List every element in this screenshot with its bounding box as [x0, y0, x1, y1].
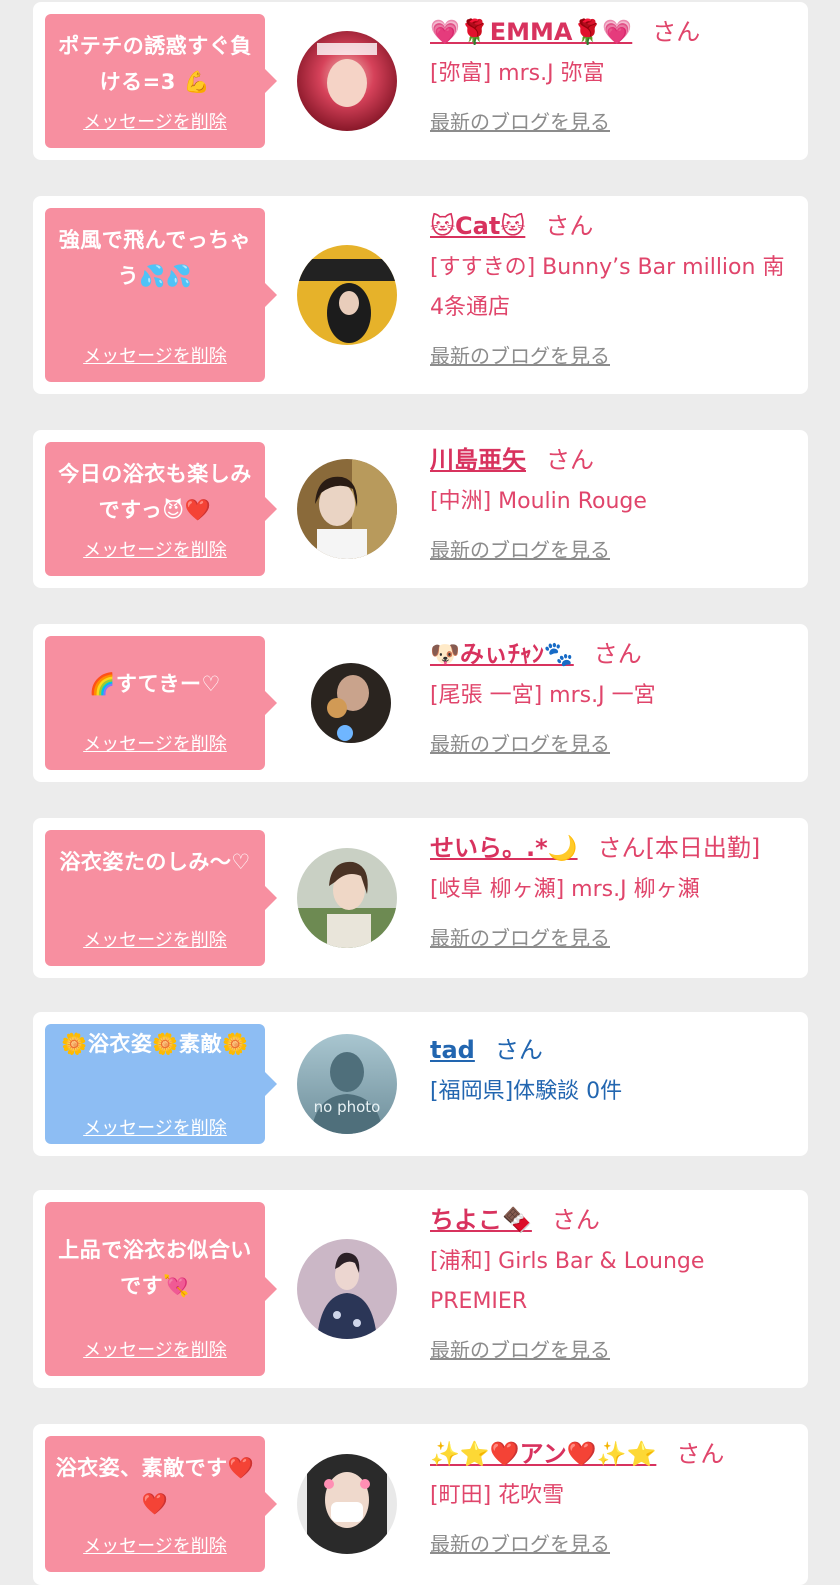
user-info: 🐶みぃﾁｬﾝ🐾 さん [尾張 一宮] mrs.J 一宮 最新のブログを見る [430, 638, 798, 757]
user-info: ちよこ🍫 さん [浦和] Girls Bar & Lounge PREMIER 最… [430, 1204, 798, 1363]
latest-blog-link[interactable]: 最新のブログを見る [430, 922, 610, 951]
message-card: 浴衣姿たのしみ〜♡ メッセージを削除 せいら。.*🌙 さん[本日出勤] [岐阜 柳… [33, 818, 808, 978]
latest-blog-link[interactable]: 最新のブログを見る [430, 340, 610, 369]
user-info: 💗🌹EMMA🌹💗 さん [弥富] mrs.J 弥富 最新のブログを見る [430, 16, 798, 135]
delete-message-link[interactable]: メッセージを削除 [45, 1114, 265, 1140]
user-info: 🐱Cat🐱 さん [すすきの] Bunny’s Bar million 南4条通店… [430, 210, 798, 369]
latest-blog-link[interactable]: 最新のブログを見る [430, 534, 610, 563]
user-name-link[interactable]: ✨⭐❤️アン❤️✨⭐ [430, 1440, 656, 1468]
delete-message-link[interactable]: メッセージを削除 [45, 1336, 265, 1362]
avatar[interactable] [297, 653, 397, 753]
honorific: さん [593, 640, 642, 668]
delete-message-link[interactable]: メッセージを削除 [45, 108, 265, 134]
honorific: さん [546, 446, 594, 474]
shop-name: [すすきの] Bunny’s Bar million 南4条通店 [430, 255, 785, 320]
user-info: tad さん [福岡県]体験談 0件 [430, 1034, 798, 1112]
shop-name: [町田] 花吹雪 [430, 1483, 565, 1508]
message-card: 強風で飛んでっちゃう💦💦 メッセージを削除 🐱Cat🐱 さん [すすきの] Bun… [33, 196, 808, 394]
message-bubble: ポテチの誘惑すぐ負ける=3 💪 メッセージを削除 [45, 14, 277, 148]
user-info: ✨⭐❤️アン❤️✨⭐ さん [町田] 花吹雪 最新のブログを見る [430, 1438, 798, 1557]
delete-message-link[interactable]: メッセージを削除 [45, 730, 265, 756]
delete-message-link[interactable]: メッセージを削除 [45, 536, 265, 562]
avatar[interactable]: no photo [297, 1034, 397, 1134]
honorific: さん [652, 18, 701, 46]
shop-name: [中洲] Moulin Rouge [430, 489, 647, 514]
user-name-link[interactable]: tad [430, 1036, 475, 1064]
message-bubble: 今日の浴衣も楽しみですっ😈❤️ メッセージを削除 [45, 442, 277, 576]
honorific: さん [551, 1206, 600, 1234]
honorific: さん [676, 1440, 725, 1468]
shop-name: [福岡県]体験談 0件 [430, 1079, 623, 1104]
shop-name: [尾張 一宮] mrs.J 一宮 [430, 683, 656, 708]
honorific: さん [494, 1036, 543, 1064]
user-name-link[interactable]: ちよこ🍫 [430, 1206, 532, 1234]
no-photo-label: no photo [313, 1098, 381, 1116]
message-card: 🌼浴衣姿🌼素敵🌼 メッセージを削除 no photo tad さん [福岡県]体験… [33, 1012, 808, 1156]
message-text: 浴衣姿たのしみ〜♡ [59, 850, 251, 874]
message-bubble: 浴衣姿、素敵です❤️❤️ メッセージを削除 [45, 1436, 277, 1572]
message-card: 今日の浴衣も楽しみですっ😈❤️ メッセージを削除 川島亜矢 さん [中洲] Mou… [33, 430, 808, 588]
honorific: さん [545, 212, 594, 240]
latest-blog-link[interactable]: 最新のブログを見る [430, 1334, 610, 1363]
honorific: さん [597, 834, 646, 862]
shop-name: [岐阜 柳ヶ瀬] mrs.J 柳ヶ瀬 [430, 877, 700, 902]
user-info: せいら。.*🌙 さん[本日出勤] [岐阜 柳ヶ瀬] mrs.J 柳ヶ瀬 最新のブロ… [430, 832, 798, 951]
message-card: 上品で浴衣お似合いです💘 メッセージを削除 ちよこ🍫 さん [浦和] Girls … [33, 1190, 808, 1388]
message-text: ポテチの誘惑すぐ負ける=3 💪 [58, 34, 252, 94]
message-bubble: 🌼浴衣姿🌼素敵🌼 メッセージを削除 [45, 1024, 277, 1144]
message-bubble: 浴衣姿たのしみ〜♡ メッセージを削除 [45, 830, 277, 966]
message-card: 浴衣姿、素敵です❤️❤️ メッセージを削除 ✨⭐❤️アン❤️✨⭐ さん [町田] … [33, 1424, 808, 1585]
user-name-link[interactable]: 川島亜矢 [430, 446, 526, 474]
delete-message-link[interactable]: メッセージを削除 [45, 1532, 265, 1558]
message-list: ポテチの誘惑すぐ負ける=3 💪 メッセージを削除 💗🌹EMMA🌹💗 さん [弥富]… [0, 0, 840, 1585]
shop-name: [浦和] Girls Bar & Lounge PREMIER [430, 1249, 705, 1314]
avatar[interactable] [297, 459, 397, 559]
delete-message-link[interactable]: メッセージを削除 [45, 926, 265, 952]
message-text: 上品で浴衣お似合いです💘 [58, 1238, 252, 1298]
message-card: ポテチの誘惑すぐ負ける=3 💪 メッセージを削除 💗🌹EMMA🌹💗 さん [弥富]… [33, 2, 808, 160]
delete-message-link[interactable]: メッセージを削除 [45, 342, 265, 368]
status-badge: [本日出勤] [645, 834, 761, 862]
message-card: 🌈すてきー♡ メッセージを削除 🐶みぃﾁｬﾝ🐾 さん [尾張 一宮] mrs.J … [33, 624, 808, 782]
message-bubble: 上品で浴衣お似合いです💘 メッセージを削除 [45, 1202, 277, 1376]
avatar[interactable] [297, 848, 397, 948]
user-info: 川島亜矢 さん [中洲] Moulin Rouge 最新のブログを見る [430, 444, 798, 563]
message-text: 🌼浴衣姿🌼素敵🌼 [61, 1032, 249, 1056]
message-text: 🌈すてきー♡ [89, 672, 221, 696]
latest-blog-link[interactable]: 最新のブログを見る [430, 106, 610, 135]
message-bubble: 🌈すてきー♡ メッセージを削除 [45, 636, 277, 770]
latest-blog-link[interactable]: 最新のブログを見る [430, 728, 610, 757]
avatar[interactable] [297, 1454, 397, 1554]
message-text: 今日の浴衣も楽しみですっ😈❤️ [58, 462, 252, 522]
message-text: 強風で飛んでっちゃう💦💦 [58, 228, 252, 288]
user-name-link[interactable]: 🐱Cat🐱 [430, 212, 525, 240]
latest-blog-link[interactable]: 最新のブログを見る [430, 1528, 610, 1557]
user-name-link[interactable]: 💗🌹EMMA🌹💗 [430, 18, 632, 46]
message-bubble: 強風で飛んでっちゃう💦💦 メッセージを削除 [45, 208, 277, 382]
avatar[interactable] [297, 245, 397, 345]
shop-name: [弥富] mrs.J 弥富 [430, 61, 605, 86]
message-text: 浴衣姿、素敵です❤️❤️ [55, 1456, 255, 1516]
avatar[interactable] [297, 31, 397, 131]
user-name-link[interactable]: せいら。.*🌙 [430, 834, 578, 862]
user-name-link[interactable]: 🐶みぃﾁｬﾝ🐾 [430, 640, 574, 668]
avatar[interactable] [297, 1239, 397, 1339]
